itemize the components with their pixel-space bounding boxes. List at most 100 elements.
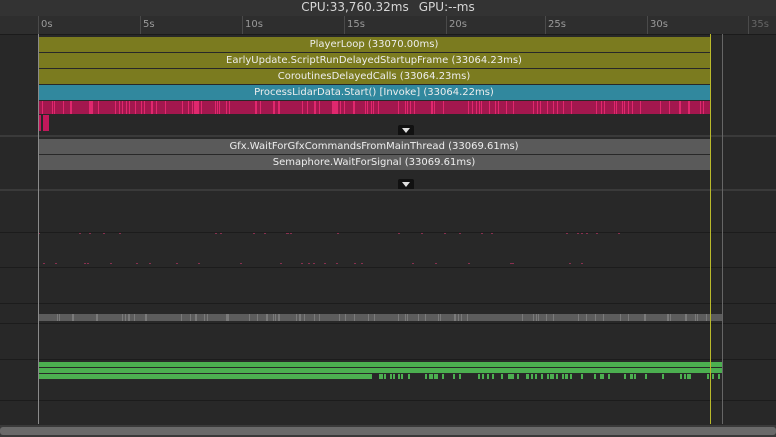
marker-process-lidar[interactable]: ProcessLidarData.Start() [Invoke] (33064… — [38, 85, 710, 100]
scrollbar-thumb[interactable] — [0, 427, 776, 435]
sample-stripe — [63, 101, 64, 114]
sample-stripe — [378, 101, 379, 114]
sample-stripe — [436, 374, 438, 379]
sample-stripe — [438, 314, 439, 321]
sample-stripe — [398, 101, 399, 114]
sample-stripe — [128, 314, 129, 321]
grandchild-sample-row[interactable] — [38, 115, 710, 131]
sample-stripe — [689, 374, 691, 379]
sample-stripe — [134, 314, 135, 321]
marker-playerloop[interactable]: PlayerLoop (33070.00ms) — [38, 37, 710, 52]
job-thread-lane[interactable] — [38, 314, 722, 321]
sample-stripe — [616, 101, 617, 114]
sample-stripe — [461, 314, 462, 321]
playhead-line[interactable] — [710, 34, 711, 424]
ruler-label-30: 30s — [650, 19, 668, 30]
sample-stripe — [219, 101, 220, 114]
sample-stripe — [640, 101, 641, 114]
sample-stripe — [686, 314, 687, 321]
sample-stripe — [257, 314, 258, 321]
ruler-tick — [545, 16, 546, 34]
sample-stripe — [425, 374, 427, 379]
sample-stripe — [472, 101, 473, 114]
horizontal-scrollbar[interactable] — [0, 425, 776, 437]
sample-stripe — [458, 314, 459, 321]
sample-stripe — [429, 374, 431, 379]
frame-timing-header: CPU:33,760.32ms GPU:--ms — [0, 0, 776, 16]
sample-stripe — [344, 101, 345, 114]
sample-stripe — [273, 314, 274, 321]
sample-stripe — [215, 101, 216, 114]
sample-stripe — [152, 101, 153, 114]
ruler-label-0: 0s — [41, 19, 53, 30]
sample-stripe — [571, 101, 572, 114]
marker-early-update[interactable]: EarlyUpdate.ScriptRunDelayedStartupFrame… — [38, 53, 710, 68]
sample-stripe — [144, 101, 145, 114]
sample-stripe — [570, 374, 572, 379]
ruler-tick — [140, 16, 141, 34]
sample-stripe — [614, 101, 615, 114]
sample-stripe — [52, 101, 53, 114]
sample-stripe — [368, 314, 369, 321]
sample-stripe — [553, 101, 554, 114]
sample-stripe — [628, 314, 629, 321]
sample-stripe — [405, 101, 406, 114]
child-sample-row[interactable] — [38, 101, 710, 114]
sample-stripe — [129, 314, 130, 321]
ruler-label-10: 10s — [245, 19, 263, 30]
lane-separator — [0, 189, 776, 191]
sample-dot — [79, 233, 81, 234]
sample-stripe — [374, 314, 375, 321]
sample-stripe — [478, 374, 480, 379]
ruler-tick — [748, 16, 749, 34]
sample-stripe — [684, 374, 686, 379]
sample-stripe — [45, 115, 47, 131]
gpu-lane-row[interactable] — [38, 362, 722, 367]
sample-stripe — [337, 101, 338, 114]
sample-stripe — [204, 314, 205, 321]
sample-stripe — [700, 101, 701, 114]
sample-stripe — [434, 101, 435, 114]
sample-dot — [577, 233, 579, 234]
sample-stripe — [125, 314, 126, 321]
sample-stripe — [547, 374, 549, 379]
ruler-label-20: 20s — [449, 19, 467, 30]
sample-dot — [481, 233, 483, 234]
sample-stripe — [668, 314, 669, 321]
gpu-lane-row[interactable] — [38, 374, 372, 379]
sample-stripe — [622, 101, 623, 114]
sample-stripe — [135, 101, 136, 114]
sample-stripe — [688, 101, 689, 114]
sample-stripe — [603, 314, 604, 321]
gpu-lane-row[interactable] — [38, 368, 722, 373]
ruler-tick — [344, 16, 345, 34]
sample-stripe — [319, 314, 320, 321]
marker-coroutines[interactable]: CoroutinesDelayedCalls (33064.23ms) — [38, 69, 710, 84]
sample-dot — [491, 233, 493, 234]
sample-stripe — [541, 374, 543, 379]
sample-stripe — [381, 374, 383, 379]
sample-stripe — [249, 314, 250, 321]
timeline-view[interactable]: PlayerLoop (33070.00ms) EarlyUpdate.Scri… — [0, 35, 776, 425]
sample-stripe — [122, 101, 123, 114]
sample-stripe — [260, 101, 261, 114]
sample-stripe — [602, 374, 604, 379]
marker-gfx-wait[interactable]: Gfx.WaitForGfxCommandsFromMainThread (33… — [38, 139, 710, 154]
sample-stripe — [57, 314, 58, 321]
sample-stripe — [453, 374, 455, 379]
sample-stripe — [275, 314, 276, 321]
sample-stripe — [273, 101, 274, 114]
lane-separator — [0, 303, 776, 304]
gpu-lane-samples[interactable] — [372, 374, 722, 379]
worker-thread-lane[interactable] — [38, 257, 728, 269]
sample-stripe — [689, 101, 690, 114]
sample-stripe — [712, 374, 714, 379]
marker-semaphore-wait[interactable]: Semaphore.WaitForSignal (33069.61ms) — [38, 155, 710, 170]
sample-stripe — [197, 101, 198, 114]
sample-stripe — [73, 314, 74, 321]
sample-stripe — [662, 374, 664, 379]
sample-stripe — [557, 101, 558, 114]
time-ruler[interactable]: 0s 5s 10s 15s 20s 25s 30s 35s — [0, 16, 776, 35]
sample-dot — [290, 233, 292, 234]
gpu-time-label: GPU:--ms — [418, 0, 475, 14]
